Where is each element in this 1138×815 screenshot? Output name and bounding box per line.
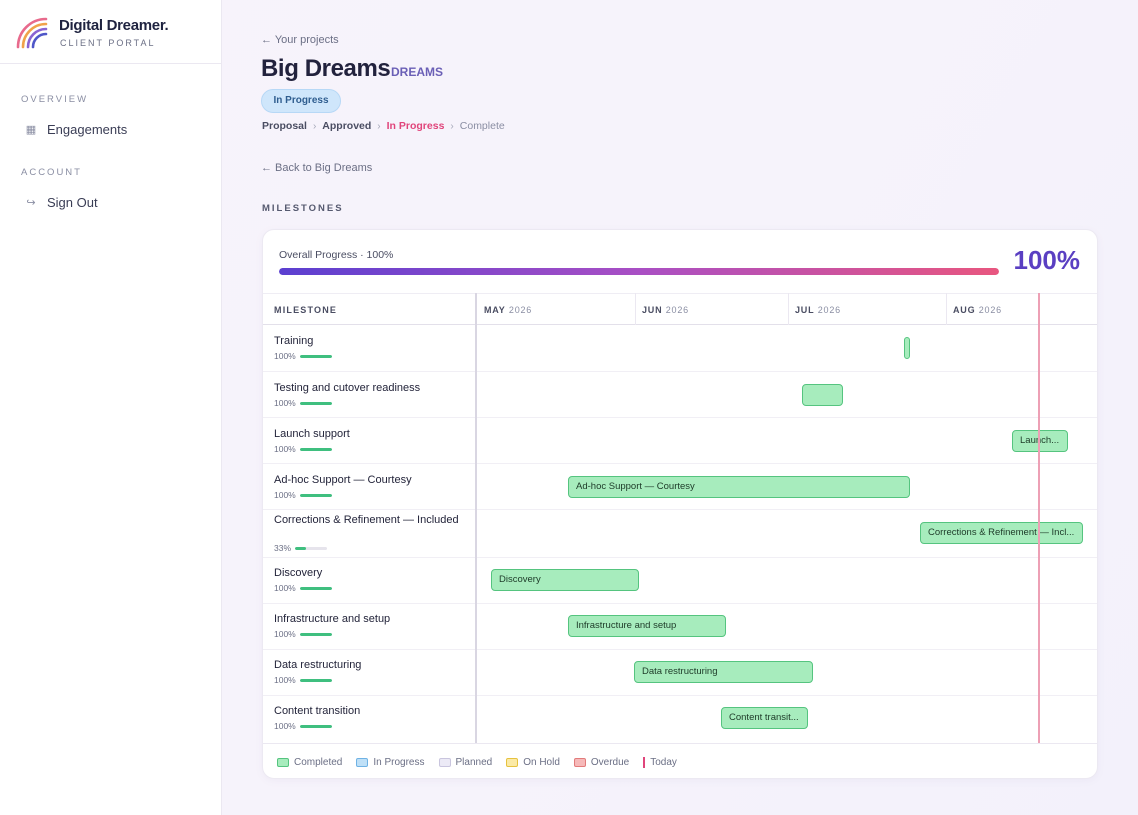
gantt-row: Content transition 100% Content transit.…	[263, 696, 1097, 743]
sidebar-item-label: Sign Out	[47, 195, 98, 210]
gantt-legend: Completed In Progress Planned On Hold Ov…	[263, 743, 1097, 778]
step-separator: ›	[450, 120, 454, 132]
gantt-row: Discovery 100% Discovery	[263, 558, 1097, 604]
gantt-row: Training 100%	[263, 325, 1097, 372]
milestone-bar[interactable]	[904, 337, 910, 359]
milestone-name: Corrections & Refinement — Included	[274, 514, 459, 526]
step-in-progress: In Progress	[386, 120, 445, 132]
milestone-bar[interactable]: Ad-hoc Support — Courtesy	[568, 476, 910, 498]
gantt-row: Corrections & Refinement — Included 33% …	[263, 510, 1097, 558]
milestone-name: Launch support	[274, 428, 350, 440]
milestone-bar[interactable]: Content transit...	[721, 707, 808, 729]
section-title: MILESTONES	[262, 203, 344, 214]
gantt-row: Testing and cutover readiness 100%	[263, 372, 1097, 418]
legend-completed: Completed	[277, 757, 342, 768]
milestone-progress: 100%	[274, 490, 332, 500]
milestone-progress: 100%	[274, 629, 332, 639]
milestone-bar[interactable]	[802, 384, 843, 406]
month-divider	[788, 293, 789, 325]
overall-progress-value: 100%	[1013, 245, 1081, 275]
legend-swatch	[438, 757, 451, 767]
overall-progress-bar	[279, 268, 999, 275]
legend-today: Today	[643, 756, 677, 768]
milestones-card: Overall Progress · 100% 100% MILESTONE M…	[262, 229, 1098, 779]
month-divider	[946, 293, 947, 325]
grid-icon: ▦	[25, 124, 37, 136]
milestone-name: Data restructuring	[274, 659, 362, 671]
milestone-name: Infrastructure and setup	[274, 613, 391, 625]
today-marker-line	[1038, 293, 1040, 743]
brand-name: Digital Dreamer.	[59, 17, 169, 34]
legend-in-progress: In Progress	[356, 757, 425, 768]
sidebar-item-engagements[interactable]: ▦ Engagements	[25, 122, 127, 137]
milestone-bar[interactable]: Discovery	[491, 569, 639, 591]
brand: Digital Dreamer. CLIENT PORTAL	[0, 0, 221, 64]
milestone-progress: 100%	[274, 721, 332, 731]
milestone-progress: 100%	[274, 444, 332, 454]
legend-overdue: Overdue	[573, 757, 629, 768]
milestone-name: Content transition	[274, 705, 361, 717]
step-complete: Complete	[459, 120, 505, 132]
rainbow-logo-icon	[16, 17, 48, 49]
overall-progress-label: Overall Progress · 100%	[279, 249, 394, 261]
gantt-row: Ad-hoc Support — Courtesy 100% Ad-hoc Su…	[263, 464, 1097, 510]
sidebar-item-sign-out[interactable]: ↪ Sign Out	[25, 195, 98, 210]
milestone-progress: 100%	[274, 398, 332, 408]
milestone-bar[interactable]: Infrastructure and setup	[568, 615, 726, 637]
milestone-progress: 100%	[274, 675, 332, 685]
step-approved: Approved	[322, 120, 372, 132]
milestone-column-divider	[475, 293, 477, 743]
legend-swatch	[573, 757, 586, 767]
legend-swatch	[506, 757, 519, 767]
gantt-row: Infrastructure and setup 100% Infrastruc…	[263, 604, 1097, 650]
nav-section-overview: OVERVIEW	[21, 94, 89, 105]
sign-out-icon: ↪	[26, 197, 36, 209]
back-to-projects-link[interactable]: ← Your projects	[261, 34, 339, 46]
sidebar-item-label: Engagements	[47, 122, 128, 137]
milestone-progress: 33%	[274, 543, 328, 553]
milestone-column-header: MILESTONE	[274, 305, 338, 315]
nav-section-account: ACCOUNT	[21, 167, 82, 178]
status-steps: Proposal › Approved › In Progress › Comp…	[262, 120, 505, 132]
legend-swatch	[277, 757, 289, 767]
step-separator: ›	[377, 120, 381, 132]
month-label-jun: JUN 2026	[642, 305, 689, 315]
month-label-aug: AUG 2026	[953, 305, 1002, 315]
milestone-name: Training	[274, 335, 314, 347]
milestone-name: Testing and cutover readiness	[274, 382, 421, 394]
legend-swatch	[356, 757, 369, 767]
milestone-bar[interactable]: Launch...	[1012, 430, 1068, 452]
month-divider	[635, 293, 636, 325]
step-separator: ›	[312, 120, 317, 132]
milestone-bar[interactable]: Corrections & Refinement — Incl...	[920, 522, 1083, 544]
back-to-project-link[interactable]: ← Back to Big Dreams	[261, 162, 372, 174]
gantt-row: Data restructuring 100% Data restructuri…	[263, 650, 1097, 696]
sidebar: Digital Dreamer. CLIENT PORTAL OVERVIEW …	[0, 0, 222, 815]
project-code: DREAMS	[391, 65, 444, 79]
status-badge: In Progress	[261, 89, 341, 113]
milestone-name: Ad-hoc Support — Courtesy	[274, 474, 412, 486]
gantt-header: MILESTONE MAY 2026 JUN 2026 JUL 2026 AUG…	[263, 293, 1097, 325]
milestone-bar[interactable]: Data restructuring	[634, 661, 813, 683]
today-marker-icon	[643, 756, 646, 768]
legend-planned: Planned	[438, 757, 492, 768]
month-label-jul: JUL 2026	[795, 305, 841, 315]
legend-on-hold: On Hold	[506, 757, 560, 768]
month-label-may: MAY 2026	[484, 305, 533, 315]
page-title: Big Dreams	[261, 55, 391, 82]
step-proposal: Proposal	[262, 120, 307, 132]
overall-progress-fill	[279, 268, 999, 275]
milestone-progress: 100%	[274, 351, 332, 361]
brand-subtitle: CLIENT PORTAL	[60, 38, 156, 48]
milestone-name: Discovery	[274, 567, 323, 579]
gantt-row: Launch support 100% Launch...	[263, 418, 1097, 464]
milestone-progress: 100%	[274, 583, 332, 593]
